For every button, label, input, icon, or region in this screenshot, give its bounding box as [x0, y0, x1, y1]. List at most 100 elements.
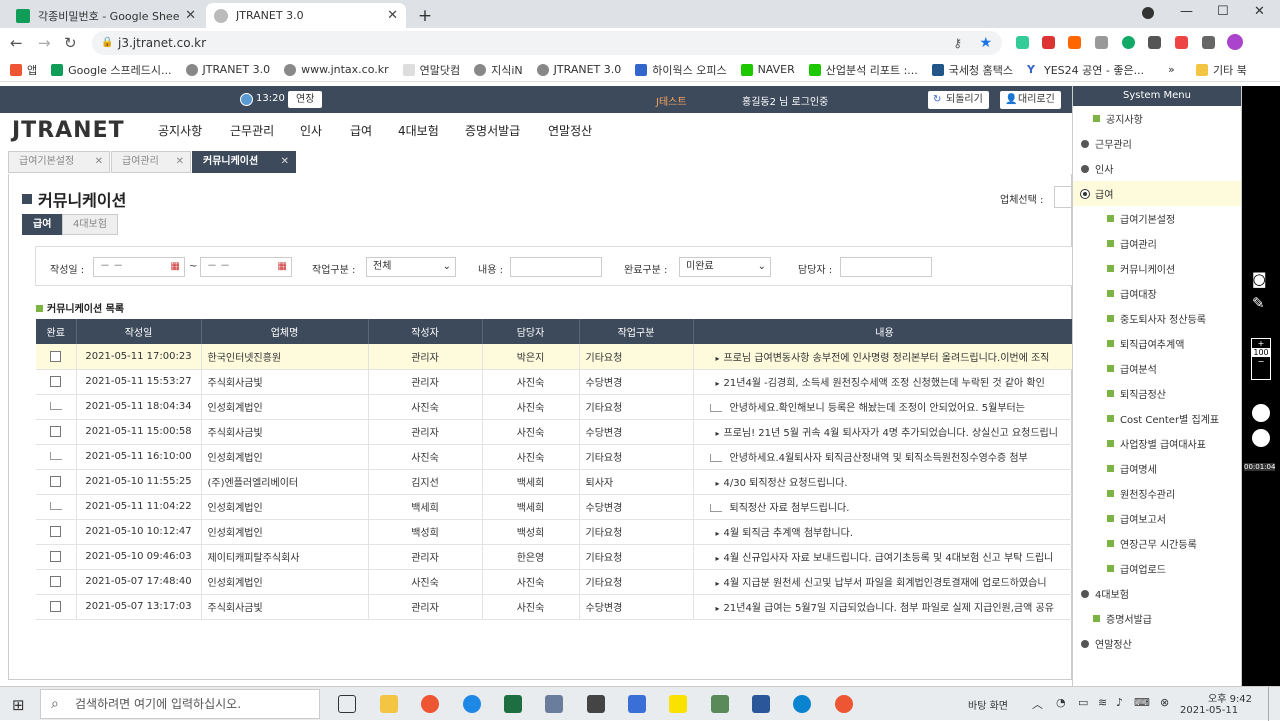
content-cell[interactable]: ▸ 프로님 급여변동사항 송부전에 인사명령 정리본부터 올려드립니다.이번에 조… [693, 344, 1077, 370]
content-cell[interactable]: 안녕하세요.4월퇴사자 퇴직금산정내역 및 퇴직소득원천징수영수증 첨부 [693, 444, 1077, 470]
system-menu-item[interactable]: Cost Center별 집계표 [1073, 406, 1241, 431]
proxy-login-button[interactable]: 👤 대리로긴 [1000, 91, 1061, 109]
table-row[interactable]: 2021-05-10 10:12:47 인성회계법인 백성희 백성희 기타요청 ▸ 4월 퇴… [36, 519, 1077, 545]
app-icon[interactable] [545, 695, 563, 713]
system-menu-item[interactable]: 연말정산 [1073, 631, 1241, 656]
pause-icon[interactable] [1252, 404, 1270, 422]
task-view-icon[interactable] [338, 695, 356, 713]
bookmark-item[interactable]: 지식iN [474, 62, 523, 78]
table-row[interactable]: 2021-05-11 11:04:22 인성회계법인 백세희 백세희 수당변경 퇴직정산 … [36, 494, 1077, 520]
extension-icon[interactable] [1148, 36, 1161, 49]
col-type[interactable]: 작업구분 [579, 319, 694, 344]
menu-work[interactable]: 근무관리 [230, 122, 274, 139]
new-tab-button[interactable]: + [412, 3, 438, 28]
system-menu-item[interactable]: 급여관리 [1073, 231, 1241, 256]
system-menu-item[interactable]: 중도퇴사자 정산등록 [1073, 306, 1241, 331]
system-menu-item[interactable]: 원천징수관리 [1073, 481, 1241, 506]
other-bookmarks[interactable]: 기타 북 [1196, 62, 1247, 78]
zoom-in-icon[interactable]: + [1252, 339, 1270, 348]
system-menu-item[interactable]: 급여 [1073, 181, 1241, 206]
ie-icon[interactable] [463, 695, 481, 713]
page-tab-communication[interactable]: 커뮤니케이션 ✕ [192, 151, 296, 173]
file-explorer-icon[interactable] [380, 695, 398, 713]
table-row[interactable]: 2021-05-10 11:55:25 (주)엔플러엘리베이터 김지선 백세희 퇴사자 ▸… [36, 469, 1077, 495]
bookmark-item[interactable]: Y YES24 공연 - 좋은... [1027, 62, 1144, 78]
system-menu-item[interactable]: 급여기본설정 [1073, 206, 1241, 231]
reload-icon[interactable]: ↻ [64, 34, 77, 52]
extend-session-button[interactable]: 연장 [288, 91, 323, 108]
calendar-icon[interactable]: ▦ [278, 258, 287, 276]
camera-icon[interactable]: ◙ [1252, 270, 1267, 288]
system-menu-item[interactable]: 4대보험 [1073, 581, 1241, 606]
system-menu-item[interactable]: 증명서발급 [1073, 606, 1241, 631]
page-tab-payroll-manage[interactable]: 급여관리 ✕ [111, 151, 191, 173]
system-menu-item[interactable]: 근무관리 [1073, 131, 1241, 156]
hwp-icon[interactable] [752, 695, 770, 713]
menu-payroll[interactable]: 급여 [350, 122, 372, 139]
extension-icon[interactable] [1095, 36, 1108, 49]
col-writer[interactable]: 작성자 [368, 319, 483, 344]
table-row[interactable]: 2021-05-11 17:00:23 한국인터넷진흥원 관리자 박은지 기타요청 ▸ 프로… [36, 344, 1077, 370]
extension-icon[interactable] [1068, 36, 1081, 49]
volume-icon[interactable]: ♪ [1116, 696, 1123, 709]
bookmark-item[interactable]: JTRANET 3.0 [185, 63, 270, 76]
table-row[interactable]: 2021-05-11 15:00:58 주식회사금빛 관리자 사진숙 수당변경 ▸ 프로님!… [36, 419, 1077, 445]
system-menu-item[interactable]: 급여분석 [1073, 356, 1241, 381]
done-checkbox[interactable] [50, 350, 62, 362]
bookmark-item[interactable]: www.jntax.co.kr [284, 63, 389, 76]
system-menu-item[interactable]: 퇴직급여추계액 [1073, 331, 1241, 356]
maximize-icon[interactable]: ☐ [1217, 4, 1229, 19]
close-icon[interactable]: ✕ [176, 152, 184, 172]
system-menu-item[interactable]: 급여업로드 [1073, 556, 1241, 581]
done-checkbox[interactable] [50, 425, 62, 437]
edge-icon[interactable] [793, 695, 811, 713]
bookmark-item[interactable]: 앱 [10, 62, 37, 78]
zoom-out-icon[interactable]: − [1252, 357, 1270, 366]
content-input[interactable] [510, 257, 602, 277]
col-date[interactable]: 작성일 [76, 319, 202, 344]
page-tab-payroll-settings[interactable]: 급여기본설정 ✕ [8, 151, 110, 173]
system-menu-item[interactable]: 급여대장 [1073, 281, 1241, 306]
puzzle-icon[interactable] [1202, 36, 1215, 49]
company-select[interactable] [1054, 186, 1074, 208]
desktop-label[interactable]: 바탕 화면 [968, 697, 1008, 712]
star-icon[interactable]: ★ [979, 31, 992, 55]
table-row[interactable]: 2021-05-11 18:04:34 인성회계법인 사진숙 사진숙 기타요청 안녕하세요… [36, 394, 1077, 420]
date-from-input[interactable]: － － ▦ [93, 257, 185, 277]
content-cell[interactable]: ▸ 프로님! 21년 5월 귀속 4월 퇴사자가 4명 추가되었습니다. 상실신고… [693, 419, 1077, 445]
close-icon[interactable]: ✕ [95, 152, 103, 172]
notification-close-icon[interactable]: ⊗ [1160, 696, 1169, 709]
bookmark-item[interactable]: NAVER [740, 63, 795, 76]
tray-chevron-icon[interactable]: ︿ [1032, 696, 1043, 712]
tray-icon[interactable]: ▭ [1078, 696, 1088, 709]
col-manager[interactable]: 담당자 [482, 319, 580, 344]
wifi-icon[interactable]: ≋ [1098, 696, 1107, 709]
bookmark-item[interactable]: JTRANET 3.0 [536, 63, 621, 76]
type-select[interactable]: 전체 ⌄ [366, 257, 456, 277]
menu-insurance[interactable]: 4대보험 [398, 122, 439, 139]
content-cell[interactable]: ▸ 4/30 퇴직정산 요청드립니다. [693, 469, 1077, 495]
close-window-icon[interactable]: ✕ [1254, 4, 1265, 19]
bookmarks-more[interactable]: » [1168, 63, 1175, 76]
pen-icon[interactable]: ✎ [1252, 294, 1265, 312]
table-row[interactable]: 2021-05-11 15:53:27 주식회사금빛 관리자 사진숙 수당변경 ▸ 21년4… [36, 369, 1077, 395]
system-menu-item[interactable]: 연장근무 시간등록 [1073, 531, 1241, 556]
close-tab-icon[interactable]: ✕ [387, 8, 398, 23]
jtranet-logo[interactable]: JTRANET [12, 118, 125, 143]
back-icon[interactable]: ← [10, 34, 23, 52]
browser-tab-sheets[interactable]: 각종비밀번호 - Google Sheets ✕ [8, 3, 204, 28]
table-row[interactable]: 2021-05-07 17:48:40 인성회계법인 사진숙 사진숙 기타요청 ▸ 4월 지… [36, 569, 1077, 595]
done-select[interactable]: 미완료 ⌄ [679, 257, 771, 277]
menu-certificate[interactable]: 증명서발급 [465, 122, 520, 139]
bookmark-item[interactable]: 하이웍스 오피스 [635, 62, 727, 78]
content-cell[interactable]: ▸ 4월 지급분 원천세 신고및 납부서 파일을 회계법인경토결재에 업로드하였습… [693, 569, 1077, 595]
system-menu-item[interactable]: 인사 [1073, 156, 1241, 181]
menu-yearend[interactable]: 연말정산 [548, 122, 592, 139]
grammarly-icon[interactable] [1122, 36, 1135, 49]
calendar-icon[interactable]: ▦ [171, 258, 180, 276]
refresh-button[interactable]: ↻ 되돌리기 [928, 91, 989, 109]
table-row[interactable]: 2021-05-11 16:10:00 인성회계법인 사진숙 사진숙 기타요청 안녕하세요… [36, 444, 1077, 470]
taskbar-search[interactable]: ⌕ 검색하려면 여기에 입력하십시오. [40, 689, 320, 719]
content-cell[interactable]: 안녕하세요.확인해보니 등록은 해놨는데 조정이 안되었어요. 5월부터는 [693, 394, 1077, 420]
content-cell[interactable]: ▸ 4월 신규입사자 자료 보내드립니다. 급여기초등록 및 4대보험 신고 부탁… [693, 544, 1077, 570]
